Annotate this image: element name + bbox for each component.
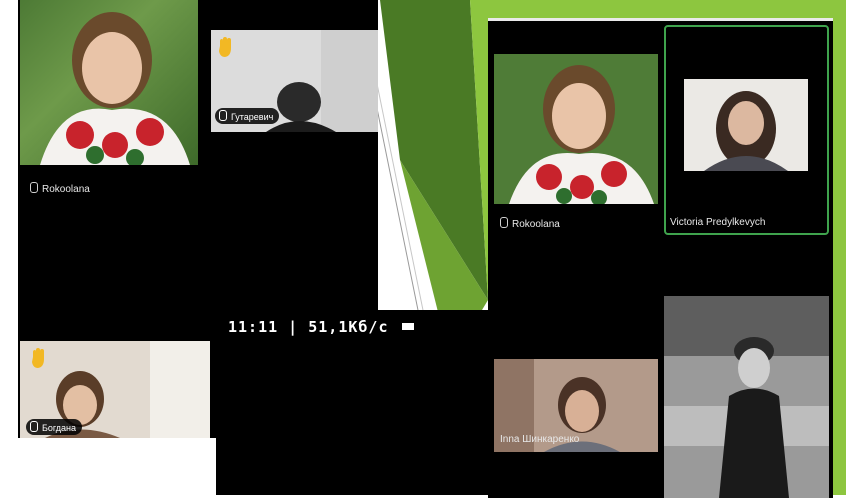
video-tile-rokoolana[interactable] xyxy=(20,0,198,165)
participant-name: Богдана xyxy=(42,423,77,433)
participant-photo xyxy=(684,79,808,171)
participant-name: Victoria Predylkevych xyxy=(670,217,766,228)
right-call-screenshot: Rokoolana Victoria Predylkevych Inna Шин… xyxy=(488,18,833,498)
participant-name-pill: Богдана xyxy=(26,419,83,435)
video-tile-participant-bw[interactable] xyxy=(664,296,829,498)
video-tile-victoria-active[interactable]: Victoria Predylkevych xyxy=(664,25,829,235)
middle-call-screenshot: 11:11 | 51,1Кб/с xyxy=(216,310,490,495)
raised-hand-icon xyxy=(219,37,231,57)
video-tile-hutarevych[interactable]: Гутаревич xyxy=(211,30,378,132)
status-bar-text: 11:11 | 51,1Кб/с xyxy=(228,318,414,336)
participant-name: Rokoolana xyxy=(512,219,560,230)
participant-video xyxy=(684,79,808,171)
mic-icon xyxy=(30,421,38,432)
time-speed-readout: 11:11 | 51,1Кб/с xyxy=(228,318,389,336)
participant-name-label: Inna Шинкаренко xyxy=(500,434,579,445)
participant-photo xyxy=(40,12,190,165)
camera-icon xyxy=(401,323,414,330)
video-tile-bohdana[interactable]: Богдана xyxy=(20,341,210,438)
participant-name-label: Rokoolana xyxy=(500,217,560,230)
participant-photo xyxy=(494,54,658,204)
participant-name-label: Rokoolana xyxy=(30,182,90,195)
video-tile-inna[interactable]: Inna Шинкаренко xyxy=(494,359,658,452)
raised-hand-icon xyxy=(32,348,44,368)
mic-icon xyxy=(500,217,508,228)
participant-name-pill: Гутаревич xyxy=(215,108,280,124)
participant-name: Гутаревич xyxy=(231,112,274,122)
participant-name: Rokoolana xyxy=(42,184,90,195)
mic-icon xyxy=(219,110,227,121)
mic-icon xyxy=(30,182,38,193)
participant-photo xyxy=(664,296,829,498)
participant-name-label: Victoria Predylkevych xyxy=(670,217,765,228)
participant-name: Inna Шинкаренко xyxy=(500,434,580,445)
video-tile-rokoolana[interactable] xyxy=(494,54,658,204)
